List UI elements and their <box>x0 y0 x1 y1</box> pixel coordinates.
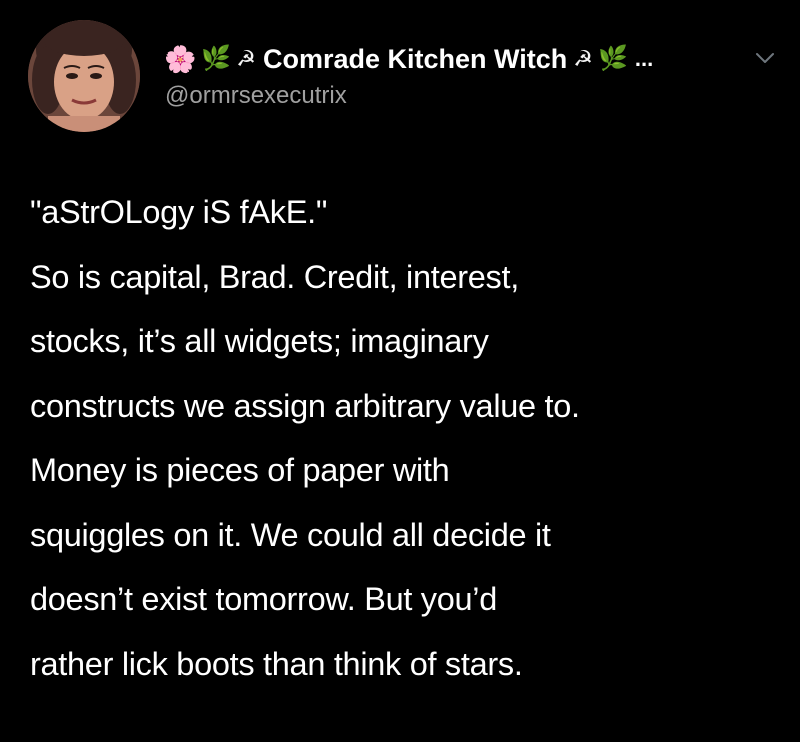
name-truncation-ellipsis: ... <box>634 46 654 71</box>
flower-emoji-icon: 🌸 <box>164 44 197 74</box>
tweet-text-line: constructs we assign arbitrary value to. <box>30 387 580 424</box>
avatar-image <box>28 20 140 132</box>
tweet-text-line: rather lick boots than think of stars. <box>30 645 523 682</box>
author-name-row[interactable]: 🌸 🌿 ☭ Comrade Kitchen Witch ☭ 🌿 ... <box>164 40 653 78</box>
tweet-text-line: "aStrOLogy iS fAkE." <box>30 194 328 230</box>
tweet-text-line: squiggles on it. We could all decide it <box>30 516 551 553</box>
hammer-sickle-emoji-icon: ☭ <box>573 46 594 71</box>
tweet-text-line: So is capital, Brad. Credit, interest, <box>30 258 519 295</box>
tweet-text-line: Money is pieces of paper with <box>30 452 450 488</box>
tweet-text-line: stocks, it’s all widgets; imaginary <box>30 323 489 359</box>
author-display-name[interactable]: Comrade Kitchen Witch <box>263 44 567 75</box>
herb-emoji-icon: 🌿 <box>598 45 628 72</box>
tweet-card: 🌸 🌿 ☭ Comrade Kitchen Witch ☭ 🌿 ... @orm… <box>0 0 800 742</box>
tweet-text-line: doesn’t exist tomorrow. But you’d <box>30 581 497 617</box>
author-handle[interactable]: @ormrsexecutrix <box>165 82 347 110</box>
herb-emoji-icon: 🌿 <box>201 45 232 72</box>
tweet-header: 🌸 🌿 ☭ Comrade Kitchen Witch ☭ 🌿 ... @orm… <box>28 20 780 138</box>
hammer-sickle-emoji-icon: ☭ <box>236 46 256 71</box>
tweet-text: "aStrOLogy iS fAkE." So is capital, Brad… <box>30 180 790 696</box>
avatar[interactable] <box>28 20 140 132</box>
chevron-down-icon[interactable] <box>754 50 776 66</box>
